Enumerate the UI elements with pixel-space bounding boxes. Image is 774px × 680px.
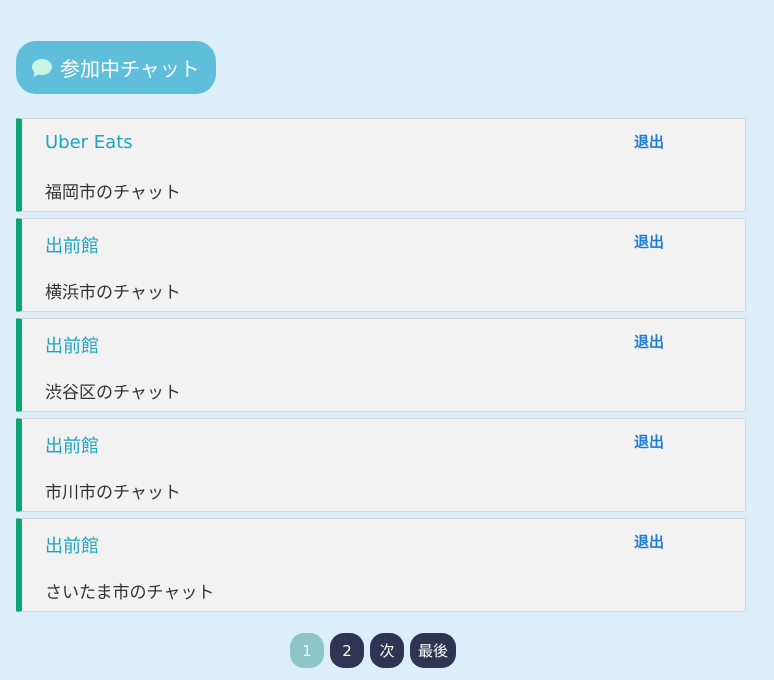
chat-card: 出前館 退出 さいたま市のチャット	[16, 518, 746, 612]
leave-button[interactable]: 退出	[634, 531, 664, 552]
room-name[interactable]: 福岡市のチャット	[45, 178, 181, 203]
chat-bubble-icon	[31, 58, 53, 78]
last-page-button[interactable]: 最後	[410, 633, 457, 668]
room-name[interactable]: 横浜市のチャット	[45, 278, 181, 303]
room-name[interactable]: さいたま市のチャット	[45, 578, 214, 603]
leave-button[interactable]: 退出	[634, 131, 664, 152]
leave-button[interactable]: 退出	[634, 331, 664, 352]
chat-card: 出前館 退出 横浜市のチャット	[16, 218, 746, 312]
next-page-button[interactable]: 次	[370, 633, 404, 668]
pagination: 1 2 次 最後	[290, 633, 457, 668]
page-2-button[interactable]: 2	[330, 633, 364, 668]
leave-button[interactable]: 退出	[634, 231, 664, 252]
service-name[interactable]: 出前館	[45, 432, 99, 458]
service-name[interactable]: 出前館	[45, 232, 99, 258]
chat-card: Uber Eats 退出 福岡市のチャット	[16, 118, 746, 212]
header-title: 参加中チャット	[60, 57, 200, 81]
room-name[interactable]: 市川市のチャット	[45, 478, 181, 503]
chat-card: 出前館 退出 市川市のチャット	[16, 418, 746, 512]
service-name[interactable]: Uber Eats	[45, 132, 133, 153]
chat-list: Uber Eats 退出 福岡市のチャット 出前館 退出 横浜市のチャット 出前…	[16, 118, 746, 618]
chat-card: 出前館 退出 渋谷区のチャット	[16, 318, 746, 412]
leave-button[interactable]: 退出	[634, 431, 664, 452]
service-name[interactable]: 出前館	[45, 532, 99, 558]
page-1-button[interactable]: 1	[290, 633, 324, 668]
joined-chats-header[interactable]: 参加中チャット	[16, 41, 216, 94]
service-name[interactable]: 出前館	[45, 332, 99, 358]
room-name[interactable]: 渋谷区のチャット	[45, 378, 181, 403]
